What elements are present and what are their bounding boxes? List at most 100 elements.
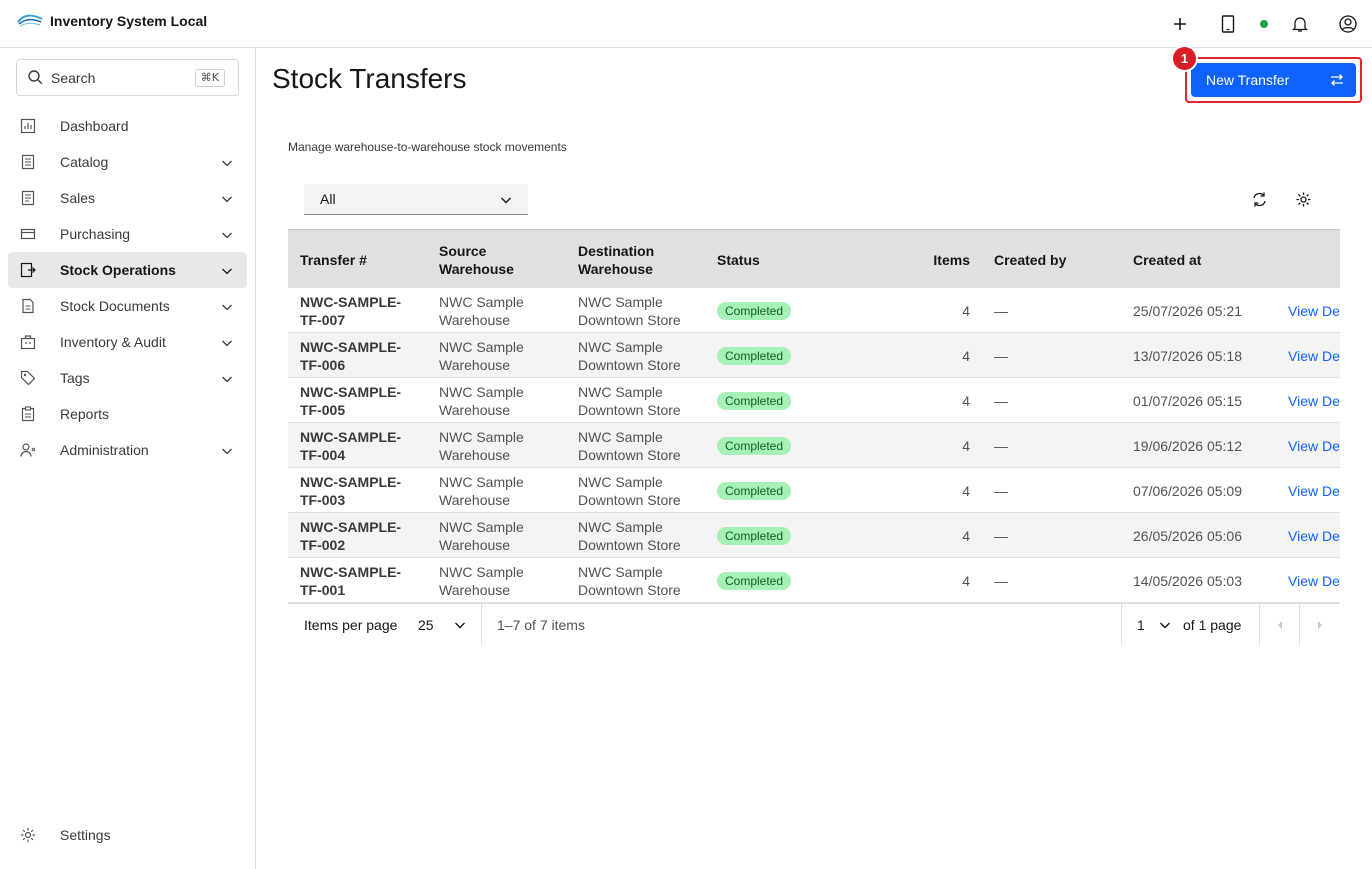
sidebar-item-settings[interactable]: Settings (8, 817, 247, 853)
view-details-link[interactable]: View De (1288, 513, 1340, 558)
caret-right-icon (1316, 620, 1324, 629)
transfer-arrows-icon (1330, 73, 1344, 87)
view-details-link[interactable]: View De (1288, 468, 1340, 513)
view-details-link-text[interactable]: View De (1288, 392, 1340, 410)
sidebar-item-reports[interactable]: Reports (8, 396, 247, 432)
sidebar-item-sales[interactable]: Sales (8, 180, 247, 216)
cell-transfer-id: NWC-SAMPLE-TF-001 (300, 563, 402, 598)
cell-items: 4 (962, 437, 970, 454)
column-header-source[interactable]: Source Warehouse (439, 230, 549, 289)
view-details-link-text[interactable]: View De (1288, 347, 1340, 365)
sidebar-item-administration[interactable]: Administration (8, 432, 247, 468)
cell-destination-warehouse: NWC Sample Downtown Store (578, 563, 681, 598)
dashboard-icon (20, 118, 36, 134)
view-details-link[interactable]: View De (1288, 333, 1340, 378)
sidebar-settings-label: Settings (60, 827, 111, 843)
refresh-icon[interactable] (1251, 191, 1268, 208)
cell-transfer-id: NWC-SAMPLE-TF-002 (300, 518, 402, 553)
table-row[interactable]: NWC-SAMPLE-TF-005 NWC Sample Warehouse NWC… (288, 378, 1340, 423)
table-row[interactable]: NWC-SAMPLE-TF-007 NWC Sample Warehouse NWC… (288, 288, 1340, 333)
inventory-icon (20, 334, 36, 350)
cell-status: Completed (717, 558, 827, 603)
items-per-page-select[interactable]: 25 (418, 604, 466, 645)
view-details-link[interactable]: View De (1288, 423, 1340, 468)
notification-bell-icon[interactable] (1288, 12, 1312, 36)
column-header-created-by[interactable]: Created by (994, 230, 1114, 289)
tablet-icon[interactable] (1216, 12, 1240, 36)
chevron-down-icon (221, 229, 233, 241)
sidebar-item-label: Tags (60, 370, 90, 386)
table-row[interactable]: NWC-SAMPLE-TF-006 NWC Sample Warehouse NWC… (288, 333, 1340, 378)
view-details-link[interactable]: View De (1288, 558, 1340, 603)
new-transfer-button[interactable]: New Transfer (1191, 63, 1356, 97)
cell-created-by: — (994, 437, 1008, 454)
status-badge: Completed (717, 346, 792, 365)
table-settings-gear-icon[interactable] (1295, 191, 1312, 208)
status-filter-dropdown[interactable]: All (304, 184, 528, 215)
app-title: Inventory System Local (50, 13, 208, 29)
sidebar-item-stock-documents[interactable]: Stock Documents (8, 288, 247, 324)
column-header-transfer[interactable]: Transfer # (300, 230, 430, 289)
chevron-down-icon (221, 373, 233, 385)
sidebar-item-tags[interactable]: Tags (8, 360, 247, 396)
reports-icon (20, 406, 36, 422)
next-page-button[interactable] (1300, 604, 1340, 645)
table-header: Transfer # Source Warehouse Destination … (288, 229, 1340, 288)
cell-created-by: — (994, 392, 1008, 409)
table-row[interactable]: NWC-SAMPLE-TF-001 NWC Sample Warehouse NWC… (288, 558, 1340, 603)
user-avatar-icon[interactable] (1336, 12, 1360, 36)
cell-source-warehouse: NWC Sample Warehouse (439, 293, 524, 328)
cell-source-warehouse: NWC Sample Warehouse (439, 338, 524, 373)
sidebar-item-inventory-audit[interactable]: Inventory & Audit (8, 324, 247, 360)
add-icon[interactable] (1168, 12, 1192, 36)
table-row[interactable]: NWC-SAMPLE-TF-003 NWC Sample Warehouse NWC… (288, 468, 1340, 513)
cell-created-at: 14/05/2026 05:03 (1133, 572, 1242, 589)
sidebar-item-label: Inventory & Audit (60, 334, 166, 350)
cell-destination-warehouse: NWC Sample Downtown Store (578, 473, 681, 508)
items-range-text: 1–7 of 7 items (497, 617, 585, 633)
cell-source-warehouse: NWC Sample Warehouse (439, 563, 524, 598)
view-details-link-text[interactable]: View De (1288, 302, 1340, 320)
view-details-link-text[interactable]: View De (1288, 482, 1340, 500)
admin-icon (20, 442, 36, 458)
cell-transfer-id: NWC-SAMPLE-TF-005 (300, 383, 402, 418)
sidebar-item-label: Administration (60, 442, 149, 458)
cell-items: 4 (962, 347, 970, 364)
brand[interactable]: Inventory System Local (16, 10, 207, 32)
view-details-link-text[interactable]: View De (1288, 527, 1340, 545)
cell-created-at: 07/06/2026 05:09 (1133, 482, 1242, 499)
cell-destination-warehouse: NWC Sample Downtown Store (578, 338, 681, 373)
view-details-link[interactable]: View De (1288, 288, 1340, 333)
cell-status: Completed (717, 423, 827, 468)
chevron-down-icon (1159, 619, 1171, 631)
sidebar-item-label: Catalog (60, 154, 109, 170)
sidebar-item-catalog[interactable]: Catalog (8, 144, 247, 180)
cell-destination-warehouse: NWC Sample Downtown Store (578, 293, 681, 328)
column-header-created-at[interactable]: Created at (1133, 230, 1253, 289)
annotation-badge: 1 (1171, 45, 1198, 72)
cell-created-by: — (994, 527, 1008, 544)
cell-status: Completed (717, 513, 827, 558)
divider (481, 604, 482, 645)
view-details-link-text[interactable]: View De (1288, 437, 1340, 455)
table-row[interactable]: NWC-SAMPLE-TF-002 NWC Sample Warehouse NWC… (288, 513, 1340, 558)
new-transfer-highlight: New Transfer (1185, 57, 1362, 103)
divider (1121, 604, 1122, 645)
cell-destination-warehouse: NWC Sample Downtown Store (578, 383, 681, 418)
column-header-status[interactable]: Status (717, 230, 817, 289)
sidebar-item-dashboard[interactable]: Dashboard (8, 108, 247, 144)
page-select[interactable]: 1 (1137, 604, 1171, 645)
status-badge: Completed (717, 571, 792, 590)
column-header-items[interactable]: Items (898, 230, 970, 289)
status-badge: Completed (717, 301, 792, 320)
search-input[interactable]: Search ⌘K (16, 59, 239, 96)
view-details-link-text[interactable]: View De (1288, 572, 1340, 590)
previous-page-button[interactable] (1260, 604, 1300, 645)
chevron-down-icon (221, 301, 233, 313)
table-row[interactable]: NWC-SAMPLE-TF-004 NWC Sample Warehouse NWC… (288, 423, 1340, 468)
view-details-link[interactable]: View De (1288, 378, 1340, 423)
search-icon (28, 70, 43, 85)
sidebar-item-purchasing[interactable]: Purchasing (8, 216, 247, 252)
column-header-destination[interactable]: Destination Warehouse (578, 230, 688, 289)
sidebar-item-stock-operations[interactable]: Stock Operations (8, 252, 247, 288)
